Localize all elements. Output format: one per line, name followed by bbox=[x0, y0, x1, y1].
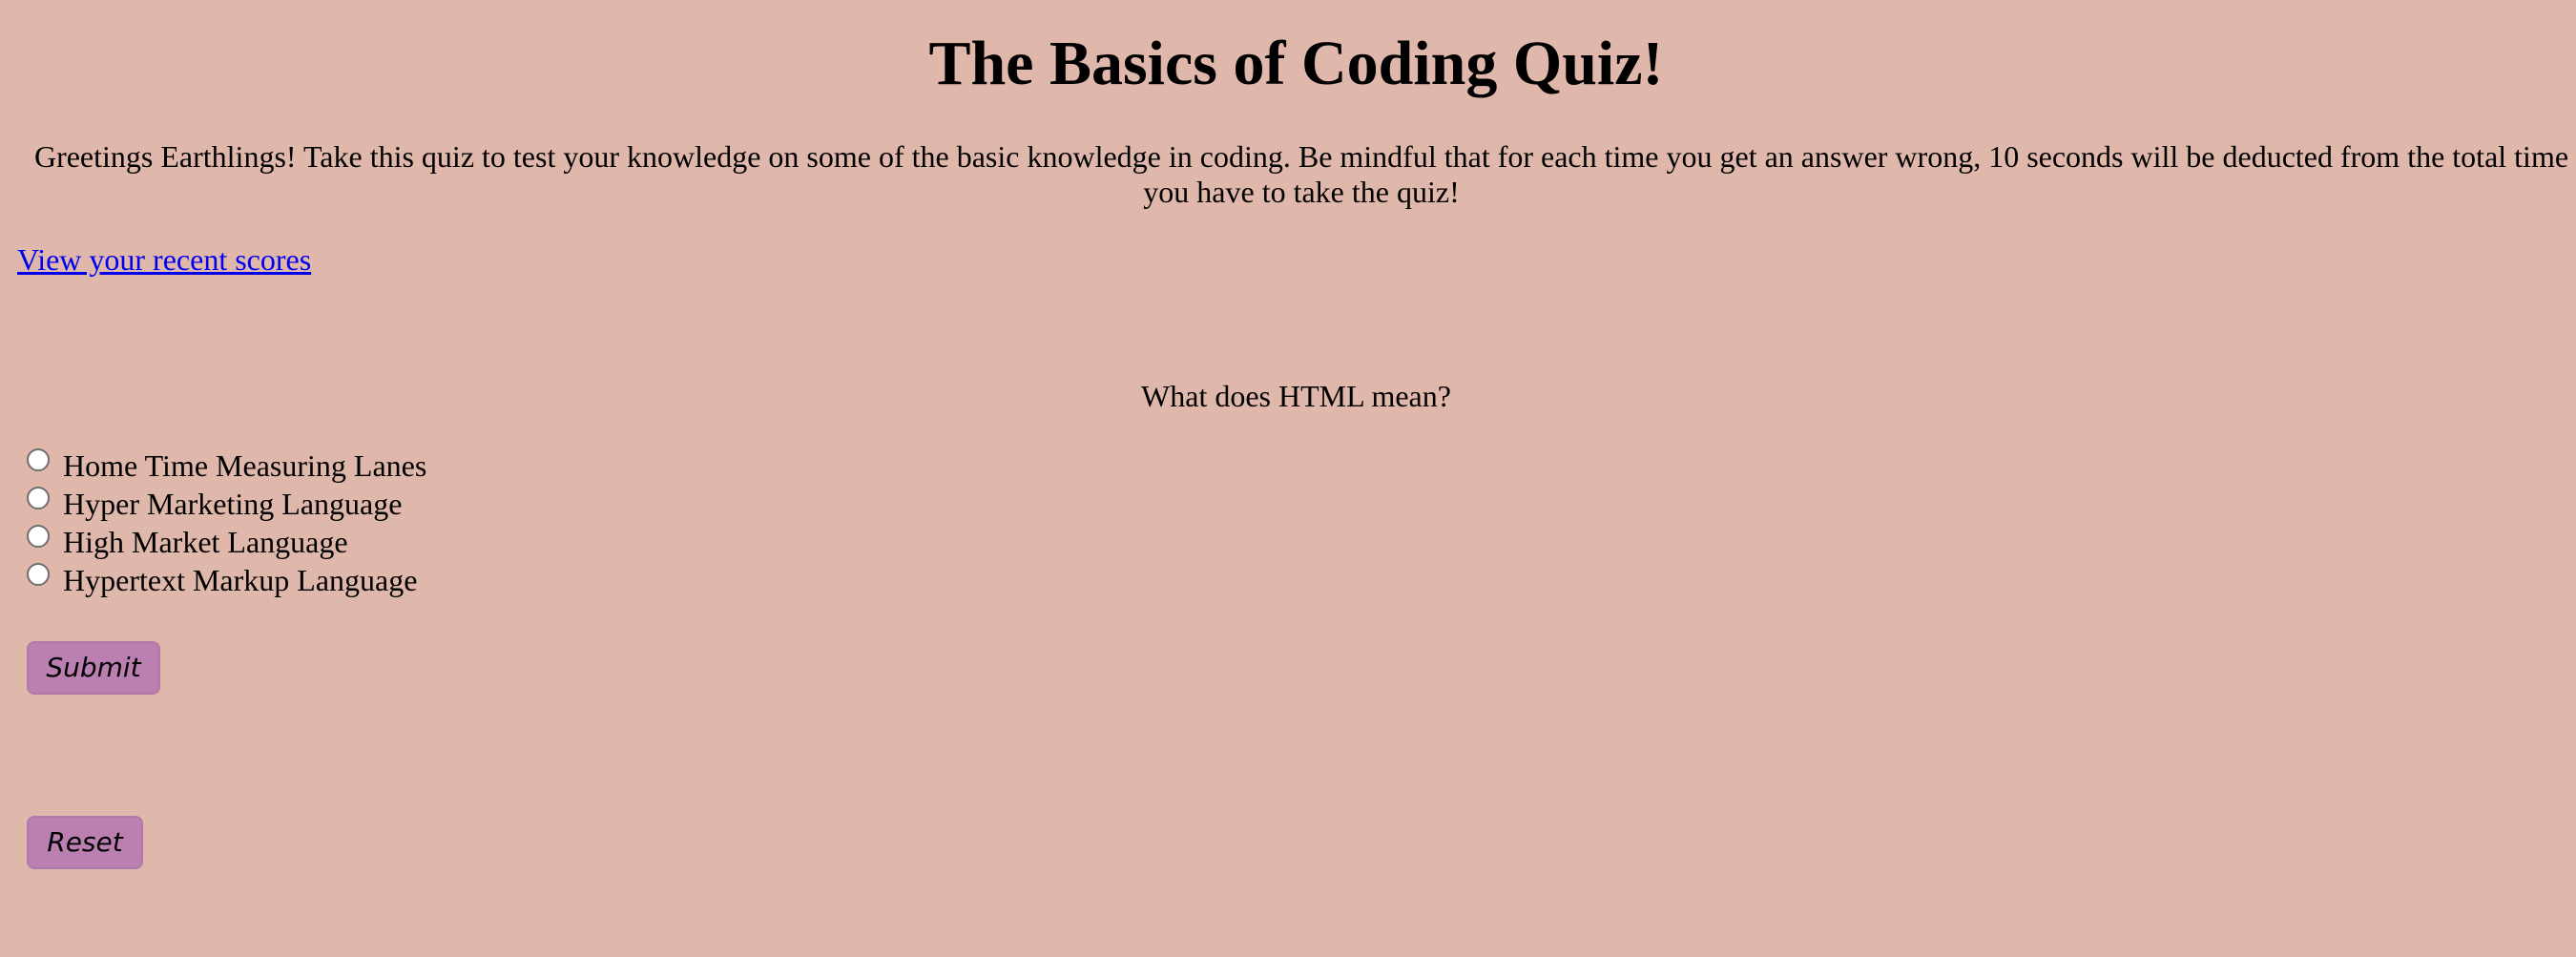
radio-button[interactable] bbox=[27, 525, 50, 548]
answer-label[interactable]: High Market Language bbox=[63, 523, 348, 561]
answer-label[interactable]: Hyper Marketing Language bbox=[63, 485, 402, 523]
radio-button[interactable] bbox=[27, 563, 50, 586]
answer-option[interactable]: Hyper Marketing Language bbox=[27, 485, 426, 523]
answer-options: Home Time Measuring Lanes Hyper Marketin… bbox=[27, 447, 426, 599]
reset-button[interactable]: Reset bbox=[27, 816, 143, 869]
answer-label[interactable]: Hypertext Markup Language bbox=[63, 561, 417, 599]
radio-button[interactable] bbox=[27, 448, 50, 471]
answer-option[interactable]: Hypertext Markup Language bbox=[27, 561, 426, 599]
radio-button[interactable] bbox=[27, 487, 50, 510]
intro-text: Greetings Earthlings! Take this quiz to … bbox=[33, 139, 2569, 209]
answer-option[interactable]: Home Time Measuring Lanes bbox=[27, 447, 426, 485]
recent-scores-link[interactable]: View your recent scores bbox=[17, 241, 311, 278]
submit-button[interactable]: Submit bbox=[27, 641, 160, 695]
question-text: What does HTML mean? bbox=[1141, 379, 1451, 413]
answer-label[interactable]: Home Time Measuring Lanes bbox=[63, 447, 426, 485]
page-title: The Basics of Coding Quiz! bbox=[928, 29, 1664, 98]
answer-option[interactable]: High Market Language bbox=[27, 523, 426, 561]
